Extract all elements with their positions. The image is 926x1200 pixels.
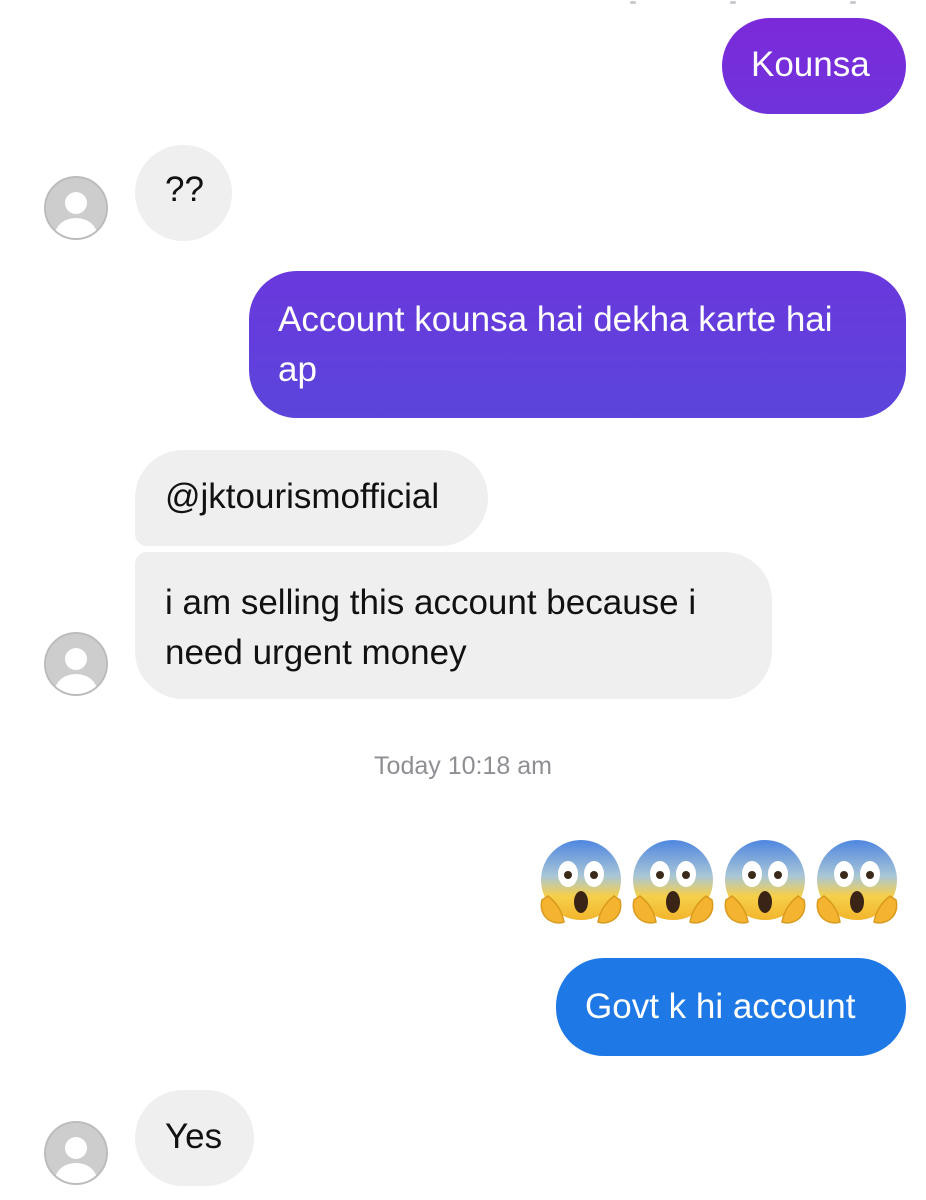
message-text: @jktourismofficial — [165, 477, 440, 516]
face-screaming-in-fear-emoji-icon — [630, 838, 716, 928]
face-screaming-in-fear-emoji-icon — [814, 838, 900, 928]
message-text-line: i am selling this account because i — [165, 583, 697, 622]
message-bubble-outgoing[interactable]: Govt k hi account — [556, 958, 906, 1056]
message-text: Yes — [165, 1117, 223, 1156]
message-text: Kounsa — [751, 45, 870, 84]
message-timestamp: Today 10:18 am — [374, 752, 552, 780]
sender-avatar-icon[interactable] — [44, 1121, 108, 1185]
chat-thread[interactable]: Kounsa ?? Account kounsa hai dekha karte… — [0, 0, 926, 1200]
message-bubble-incoming[interactable]: i am selling this account because i need… — [135, 552, 772, 699]
face-screaming-in-fear-emoji-icon — [722, 838, 808, 928]
message-bubble-incoming[interactable]: ?? — [135, 145, 232, 241]
message-bubble-incoming[interactable]: @jktourismofficial — [135, 450, 488, 546]
message-text: ?? — [165, 170, 204, 209]
message-text: Govt k hi account — [585, 987, 856, 1026]
message-text-line: ap — [278, 350, 317, 389]
previous-message-edge — [620, 0, 900, 4]
message-emoji-only[interactable] — [538, 838, 900, 928]
message-text-line: need urgent money — [165, 633, 467, 672]
message-bubble-incoming[interactable]: Yes — [135, 1090, 254, 1186]
face-screaming-in-fear-emoji-icon — [538, 838, 624, 928]
message-text-line: Account kounsa hai dekha karte hai — [278, 300, 833, 339]
message-bubble-outgoing[interactable]: Account kounsa hai dekha karte hai ap — [249, 271, 906, 418]
sender-avatar-icon[interactable] — [44, 176, 108, 240]
sender-avatar-icon[interactable] — [44, 632, 108, 696]
message-bubble-outgoing[interactable]: Kounsa — [722, 18, 906, 114]
